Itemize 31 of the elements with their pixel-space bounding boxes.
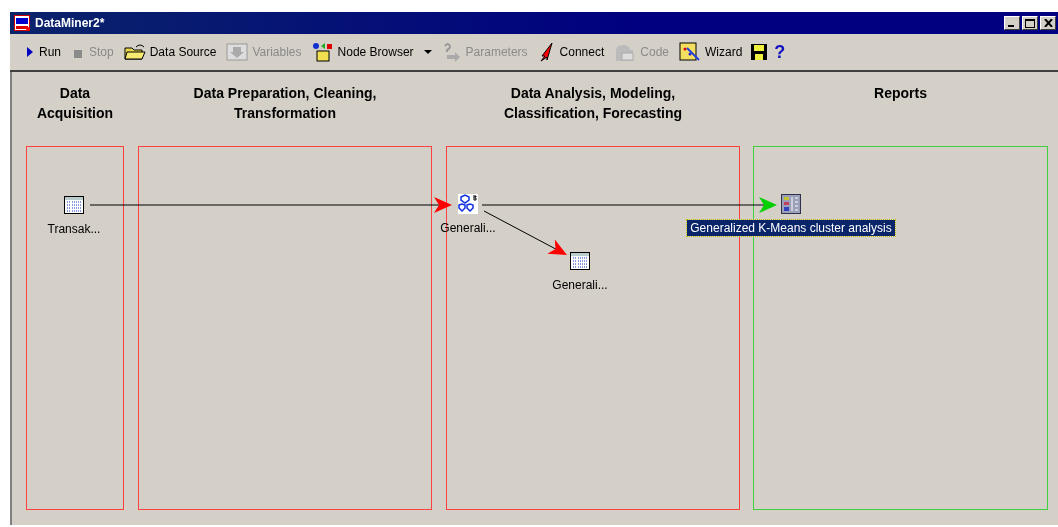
node-label[interactable]: Generali...	[549, 277, 611, 293]
toolbar-button[interactable]: Node Browser	[306, 38, 437, 66]
minimize-button[interactable]	[1004, 16, 1020, 30]
maximize-icon	[1025, 18, 1035, 28]
node-label[interactable]: Transak...	[44, 221, 104, 237]
table-icon[interactable]	[570, 251, 590, 271]
app-icon	[14, 15, 30, 31]
save-icon	[750, 43, 769, 61]
folder-icon	[123, 43, 146, 61]
toolbar-button[interactable]: Connect	[532, 38, 610, 66]
maximize-button[interactable]	[1022, 16, 1038, 30]
node-label[interactable]: Generalized K-Means cluster analysis	[687, 220, 895, 236]
region-heading: Data Acquisition	[35, 84, 115, 123]
toolbar-button[interactable]: Run	[20, 38, 66, 66]
region-heading: Data Analysis, Modeling, Classification, Forecasting	[502, 84, 684, 123]
region-heading: Data Preparation, Cleaning, Transformation	[192, 84, 378, 123]
report-icon[interactable]	[781, 194, 801, 214]
close-button[interactable]	[1040, 16, 1056, 30]
toolbar-button[interactable]: Data Source	[118, 38, 222, 66]
shapes-box-icon	[311, 42, 334, 62]
cloud-icon	[614, 42, 637, 62]
region-heading: Reports	[873, 84, 928, 103]
table-icon[interactable]	[64, 195, 84, 215]
toolbar-button[interactable]: Wizard	[674, 38, 748, 66]
wand-icon	[679, 42, 701, 62]
arrow-icon	[441, 42, 462, 62]
window-title: DataMiner2*	[35, 16, 106, 30]
help-button[interactable]: ?	[771, 38, 789, 66]
close-icon	[1043, 19, 1053, 27]
cluster-icon[interactable]	[458, 194, 478, 214]
play-icon	[25, 45, 35, 59]
